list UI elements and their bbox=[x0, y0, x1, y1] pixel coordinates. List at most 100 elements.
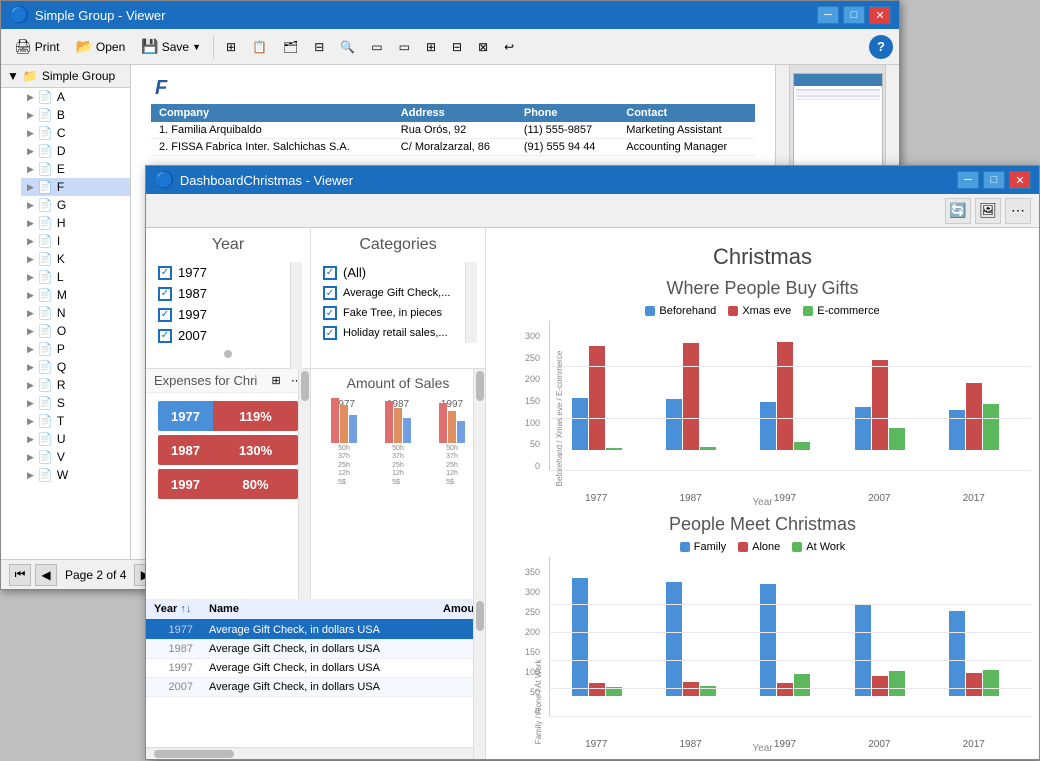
expand-icon: ▼ bbox=[7, 69, 19, 83]
year-item-1987[interactable]: 1987 bbox=[154, 283, 302, 304]
toolbar-btn-6[interactable]: ▭ bbox=[364, 33, 389, 61]
toolbar-btn-3[interactable]: 🗂 bbox=[276, 33, 305, 61]
sidebar-item-A[interactable]: ▶📄A bbox=[21, 88, 130, 106]
amount-scrollbar[interactable] bbox=[473, 369, 485, 599]
minimize-button[interactable]: ─ bbox=[817, 6, 839, 24]
year-item-2007[interactable]: 2007 bbox=[154, 325, 302, 346]
table-scrollbar-v[interactable] bbox=[473, 599, 485, 759]
year-1987: 1987 bbox=[146, 640, 201, 659]
dash-close-button[interactable]: ✕ bbox=[1009, 171, 1031, 189]
cat-checkbox-avg[interactable] bbox=[323, 286, 337, 300]
expand-expenses-icon[interactable]: ⊞ bbox=[272, 374, 281, 387]
sidebar-item-F[interactable]: ▶📄F bbox=[21, 178, 130, 196]
table-row-1977[interactable]: 1977 Average Gift Check, in dollars USA bbox=[146, 620, 485, 640]
table-scrollbar-h[interactable]: ▶ bbox=[146, 747, 485, 759]
cat-checkbox-all[interactable] bbox=[323, 266, 337, 280]
amount-chart-1997: 50h 37h 25h 12h 5$ bbox=[430, 383, 475, 487]
sidebar-item-W[interactable]: ▶📄W bbox=[21, 466, 130, 484]
year-item-1997[interactable]: 1997 bbox=[154, 304, 302, 325]
expenses-scroll-thumb[interactable] bbox=[301, 371, 309, 401]
sidebar-item-I[interactable]: ▶📄I bbox=[21, 232, 130, 250]
table-row-1997[interactable]: 1997 Average Gift Check, in dollars USA bbox=[146, 659, 485, 678]
toolbar-btn-9[interactable]: ⊟ bbox=[445, 33, 469, 61]
open-button[interactable]: 📂 Open bbox=[68, 33, 132, 61]
bar-1997-c bbox=[457, 421, 465, 443]
where-buy-legend: Beforehand Xmas eve E-commerce bbox=[494, 305, 1031, 317]
toolbar-btn-5[interactable]: 🔍 bbox=[333, 33, 362, 61]
bar-1977-b bbox=[340, 405, 348, 443]
year-checkbox-1977[interactable] bbox=[158, 266, 172, 280]
data-table-section: Year ↑↓ Name Amou 1977 Average Gift Chec… bbox=[146, 599, 486, 759]
sidebar-item-H[interactable]: ▶📄H bbox=[21, 214, 130, 232]
dash-minimize-button[interactable]: ─ bbox=[957, 171, 979, 189]
year-checkbox-1987[interactable] bbox=[158, 287, 172, 301]
maximize-button[interactable]: □ bbox=[843, 6, 865, 24]
toolbar-btn-8[interactable]: ⊞ bbox=[419, 33, 443, 61]
sidebar-item-Q[interactable]: ▶📄Q bbox=[21, 358, 130, 376]
view-button[interactable]: 🖼 bbox=[975, 198, 1001, 224]
sidebar-item-V[interactable]: ▶📄V bbox=[21, 448, 130, 466]
sidebar-item-E[interactable]: ▶📄E bbox=[21, 160, 130, 178]
sidebar-item-C[interactable]: ▶📄C bbox=[21, 124, 130, 142]
data-table: Year ↑↓ Name Amou 1977 Average Gift Chec… bbox=[146, 599, 485, 697]
cat-checkbox-faketree[interactable] bbox=[323, 306, 337, 320]
year-filter-list: 1977 1987 1997 2007 bbox=[154, 262, 302, 346]
year-checkbox-2007[interactable] bbox=[158, 329, 172, 343]
print-button[interactable]: 🖨 Print bbox=[7, 33, 66, 61]
prev-page-button[interactable]: ◀ bbox=[35, 564, 57, 586]
expenses-scrollbar[interactable] bbox=[298, 369, 310, 599]
cat-item-avg[interactable]: Average Gift Check,... bbox=[319, 283, 477, 303]
sidebar-letters: ▶📄A ▶📄B ▶📄C ▶📄D ▶📄E ▶📄F ▶📄G ▶📄H ▶📄I ▶📄K … bbox=[1, 88, 130, 484]
cat-scrollbar[interactable] bbox=[465, 262, 477, 343]
table-row-1987[interactable]: 1987 Average Gift Check, in dollars USA bbox=[146, 640, 485, 659]
sidebar-item-S[interactable]: ▶📄S bbox=[21, 394, 130, 412]
toolbar-btn-2[interactable]: 📋 bbox=[245, 33, 274, 61]
bar-1997-a bbox=[439, 403, 447, 443]
expense-scroll-area[interactable] bbox=[150, 503, 306, 511]
sidebar-item-L[interactable]: ▶📄L bbox=[21, 268, 130, 286]
sidebar-item-D[interactable]: ▶📄D bbox=[21, 142, 130, 160]
refresh-button[interactable]: 🔄 bbox=[945, 198, 971, 224]
meet-bar-2017 bbox=[949, 611, 999, 696]
table-wrapper: Year ↑↓ Name Amou 1977 Average Gift Chec… bbox=[146, 599, 485, 747]
help-button[interactable]: ? bbox=[869, 35, 893, 59]
more-button[interactable]: ⋯ bbox=[1005, 198, 1031, 224]
where-bar-2017 bbox=[949, 383, 999, 450]
year-1977: 1977 bbox=[146, 620, 201, 640]
toolbar-btn-4[interactable]: ⊟ bbox=[307, 33, 331, 61]
first-page-button[interactable]: ⏮ bbox=[9, 564, 31, 586]
toolbar-btn-1[interactable]: ⊞ bbox=[219, 33, 243, 61]
save-button[interactable]: 💾 Save ▼ bbox=[134, 33, 208, 61]
dashboard-viewer: 🔵 DashboardChristmas - Viewer ─ □ ✕ 🔄 🖼 … bbox=[145, 165, 1040, 760]
sidebar-item-T[interactable]: ▶📄T bbox=[21, 412, 130, 430]
table-scroll-thumb[interactable] bbox=[476, 601, 484, 631]
cat-checkbox-holiday[interactable] bbox=[323, 326, 337, 340]
year-checkbox-1997[interactable] bbox=[158, 308, 172, 322]
expense-bar-1987: 1987 130% bbox=[158, 435, 298, 465]
dash-maximize-button[interactable]: □ bbox=[983, 171, 1005, 189]
sidebar-item-M[interactable]: ▶📄M bbox=[21, 286, 130, 304]
year-item-1977[interactable]: 1977 bbox=[154, 262, 302, 283]
sidebar-item-O[interactable]: ▶📄O bbox=[21, 322, 130, 340]
sidebar-item-P[interactable]: ▶📄P bbox=[21, 340, 130, 358]
sidebar-item-B[interactable]: ▶📄B bbox=[21, 106, 130, 124]
year-scroll-bottom[interactable] bbox=[154, 348, 302, 360]
close-button[interactable]: ✕ bbox=[869, 6, 891, 24]
toolbar-btn-10[interactable]: ⊠ bbox=[471, 33, 495, 61]
toolbar-btn-11[interactable]: ↩ bbox=[497, 33, 521, 61]
sidebar-item-G[interactable]: ▶📄G bbox=[21, 196, 130, 214]
h-scroll-thumb[interactable] bbox=[154, 750, 234, 758]
sidebar-item-K[interactable]: ▶📄K bbox=[21, 250, 130, 268]
sidebar-root[interactable]: ▼ 📁 Simple Group bbox=[1, 65, 130, 88]
legend-alone: Alone bbox=[738, 541, 780, 553]
cat-item-all[interactable]: (All) bbox=[319, 262, 477, 283]
amount-scroll-thumb[interactable] bbox=[476, 371, 484, 401]
sidebar-item-U[interactable]: ▶📄U bbox=[21, 430, 130, 448]
cat-item-holiday[interactable]: Holiday retail sales,... bbox=[319, 323, 477, 343]
table-row-2007[interactable]: 2007 Average Gift Check, in dollars USA bbox=[146, 678, 485, 697]
toolbar-btn-7[interactable]: ▭ bbox=[392, 33, 417, 61]
sidebar-item-R[interactable]: ▶📄R bbox=[21, 376, 130, 394]
cat-item-faketree[interactable]: Fake Tree, in pieces bbox=[319, 303, 477, 323]
sidebar-item-N[interactable]: ▶📄N bbox=[21, 304, 130, 322]
page-info: Page 2 of 4 bbox=[65, 568, 126, 582]
